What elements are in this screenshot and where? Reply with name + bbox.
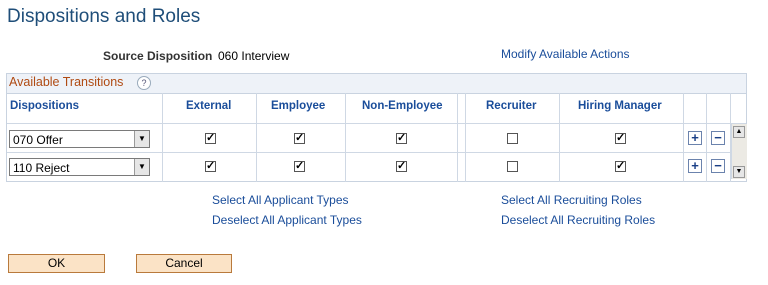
external-checkbox[interactable]: ✓	[205, 161, 216, 172]
hiring-manager-checkbox[interactable]: ✓	[615, 161, 626, 172]
disposition-select[interactable]: 110 Reject ▼	[9, 158, 150, 176]
column-divider	[162, 93, 163, 182]
source-disposition-label: Source Disposition	[103, 49, 213, 63]
row-divider	[7, 152, 746, 153]
employee-checkbox[interactable]: ✓	[294, 161, 305, 172]
column-divider	[457, 93, 458, 182]
column-divider	[465, 93, 466, 182]
column-divider	[683, 93, 684, 182]
select-all-applicant-types-link[interactable]: Select All Applicant Types	[212, 193, 349, 207]
add-row-icon[interactable]: +	[688, 131, 702, 145]
select-all-recruiting-roles-link[interactable]: Select All Recruiting Roles	[501, 193, 642, 207]
column-divider	[706, 93, 707, 182]
chevron-down-icon[interactable]: ▼	[134, 159, 149, 175]
recruiter-checkbox[interactable]	[507, 133, 518, 144]
col-header-hiring-manager[interactable]: Hiring Manager	[578, 100, 662, 112]
scroll-down-icon[interactable]: ▼	[733, 166, 745, 178]
modify-available-actions-link[interactable]: Modify Available Actions	[501, 47, 630, 61]
grid-title: Available Transitions	[9, 75, 124, 89]
deselect-all-applicant-types-link[interactable]: Deselect All Applicant Types	[212, 213, 362, 227]
recruiter-checkbox[interactable]	[507, 161, 518, 172]
ok-button[interactable]: OK	[8, 254, 105, 273]
col-header-dispositions[interactable]: Dispositions	[10, 100, 79, 112]
hiring-manager-checkbox[interactable]: ✓	[615, 133, 626, 144]
chevron-down-icon[interactable]: ▼	[134, 131, 149, 147]
add-row-icon[interactable]: +	[688, 159, 702, 173]
remove-row-icon[interactable]: −	[711, 131, 725, 145]
page-title: Dispositions and Roles	[7, 6, 201, 27]
deselect-all-recruiting-roles-link[interactable]: Deselect All Recruiting Roles	[501, 213, 655, 227]
cancel-button[interactable]: Cancel	[136, 254, 232, 273]
external-checkbox[interactable]: ✓	[205, 133, 216, 144]
employee-checkbox[interactable]: ✓	[294, 133, 305, 144]
col-header-employee[interactable]: Employee	[271, 100, 325, 112]
remove-row-icon[interactable]: −	[711, 159, 725, 173]
row-divider	[7, 123, 746, 124]
disposition-select-value: 070 Offer	[13, 133, 63, 147]
column-divider	[256, 93, 257, 182]
col-header-recruiter[interactable]: Recruiter	[486, 100, 537, 112]
col-header-external[interactable]: External	[186, 100, 231, 112]
disposition-select[interactable]: 070 Offer ▼	[9, 130, 150, 148]
source-disposition-value: 060 Interview	[218, 49, 290, 63]
help-icon[interactable]: ?	[137, 76, 151, 90]
non-employee-checkbox[interactable]: ✓	[396, 161, 407, 172]
disposition-select-value: 110 Reject	[13, 161, 70, 175]
non-employee-checkbox[interactable]: ✓	[396, 133, 407, 144]
column-divider	[559, 93, 560, 182]
col-header-non-employee[interactable]: Non-Employee	[362, 100, 443, 112]
scroll-up-icon[interactable]: ▲	[733, 126, 745, 138]
column-divider	[345, 93, 346, 182]
